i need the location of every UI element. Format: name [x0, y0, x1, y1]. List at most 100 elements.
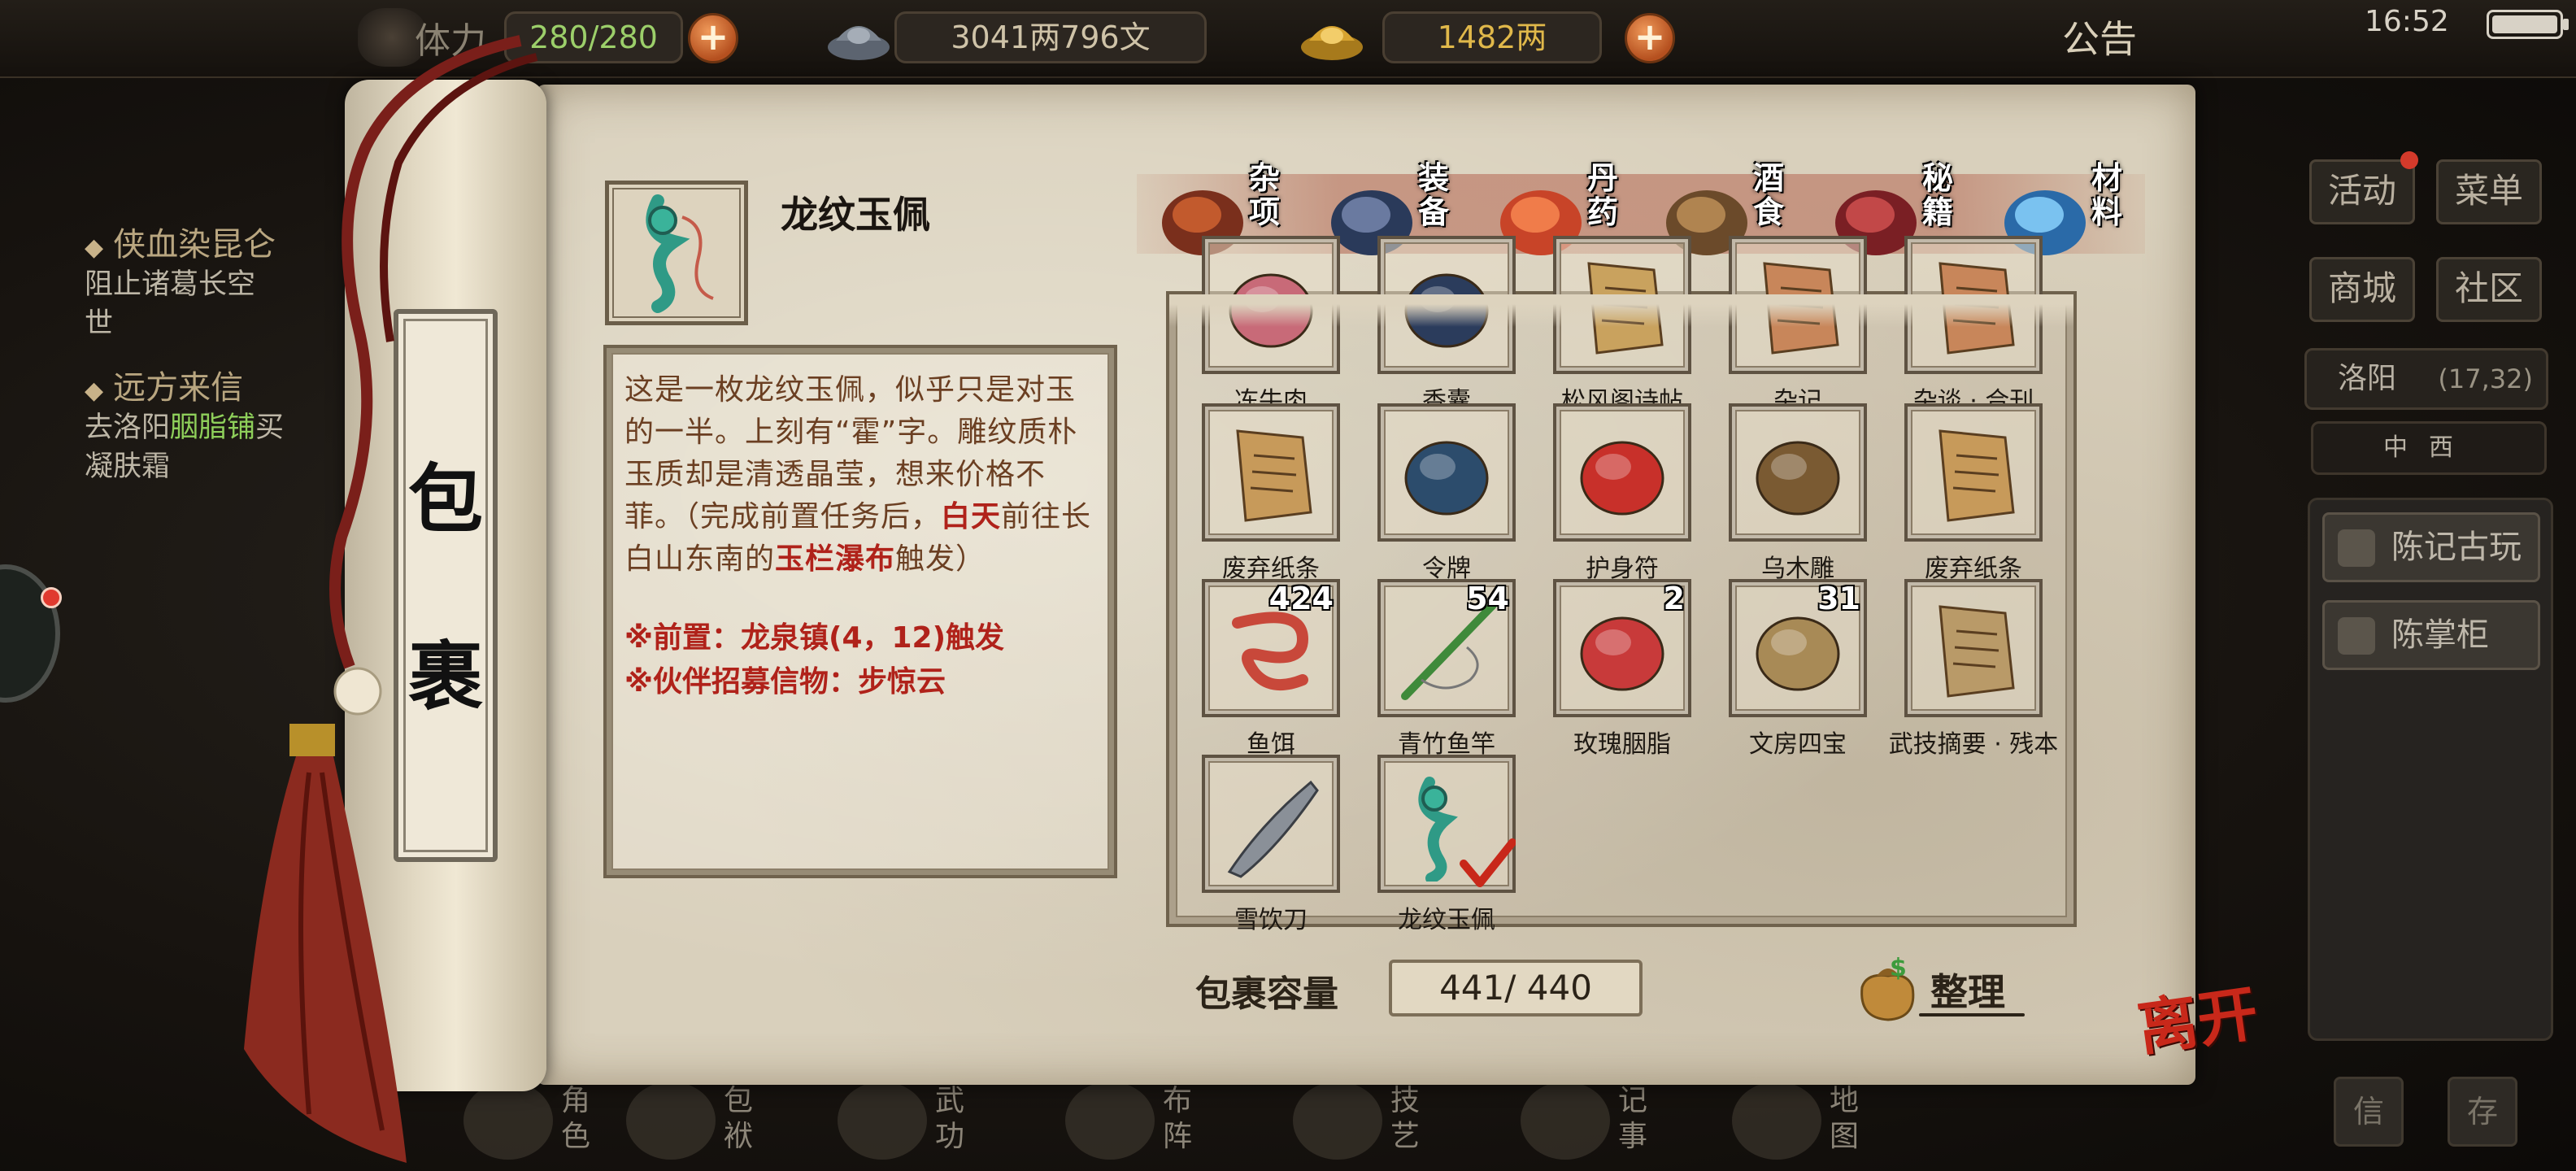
scrap-paper-icon: [1236, 429, 1312, 522]
location-display[interactable]: 洛阳 (17,32): [2304, 348, 2548, 410]
clock: 16:52: [2365, 5, 2449, 38]
quest-desc-text: 去洛阳: [85, 411, 171, 444]
side-badge-value: 4300: [0, 608, 2, 679]
nav-martial-arts[interactable]: 武功: [829, 1072, 1025, 1169]
mail-button[interactable]: 信: [2334, 1077, 2404, 1147]
inventory-slot[interactable]: 31: [1729, 579, 1867, 717]
inventory-slot[interactable]: 2: [1553, 579, 1691, 717]
storage-button[interactable]: 存: [2448, 1077, 2517, 1147]
jade-pendant-icon: [646, 194, 714, 313]
add-stamina-button[interactable]: +: [688, 13, 738, 63]
item-description-box: 这是一枚龙纹玉佩，似乎只是对玉的一半。上刻有“霍”字。雕纹质朴玉质却是清透晶莹，…: [603, 345, 1117, 878]
menu-button[interactable]: 菜单: [2436, 159, 2542, 224]
inventory-slot[interactable]: [1553, 403, 1691, 542]
sort-underline: [1919, 1013, 2025, 1016]
amulet-icon: [1580, 441, 1664, 516]
nav-label: 包袱: [724, 1084, 754, 1153]
nav-journal[interactable]: 记事: [1512, 1072, 1708, 1169]
side-badge[interactable]: 4300: [0, 564, 60, 703]
selected-item-name: 龙纹玉佩: [781, 193, 930, 237]
character-icon: [463, 1082, 553, 1160]
selected-item-preview: [605, 181, 748, 325]
nav-label: 记事: [1618, 1084, 1648, 1153]
npc-label: 陈记古玩: [2391, 529, 2522, 566]
nav-skills[interactable]: 技艺: [1285, 1072, 1480, 1169]
category-label: 材料: [2091, 160, 2123, 230]
npc-label: 陈掌柜: [2391, 616, 2489, 654]
item-label: 雪饮刀: [1234, 906, 1308, 934]
prerequisite-text: ※前置：龙泉镇(4，12)触发: [624, 621, 1005, 655]
silver-ingot-icon: [825, 8, 893, 67]
location-coords: (17,32): [2438, 363, 2533, 394]
capacity-label: 包裹容量: [1195, 973, 1338, 1015]
martial-arts-icon: [838, 1082, 927, 1160]
manual-page-icon: [1939, 605, 2015, 698]
sort-button[interactable]: 整理: [1930, 963, 2005, 1016]
desc-text: 触发）: [895, 542, 986, 576]
svg-text:$: $: [1890, 954, 1907, 982]
item-label: 龙纹玉佩: [1398, 906, 1495, 934]
gold-ingot-icon: [1298, 8, 1366, 67]
activity-button[interactable]: 活动: [2309, 159, 2415, 224]
nav-label: 武功: [935, 1084, 965, 1153]
journal-icon: [1521, 1082, 1610, 1160]
item-label: 玫瑰胭脂: [1573, 730, 1671, 759]
ebony-carving-icon: [1756, 441, 1840, 516]
nav-bag[interactable]: 包袱: [618, 1072, 813, 1169]
category-label: 秘籍: [1922, 160, 1954, 230]
grid-top-fade: [1169, 294, 2073, 327]
inventory-slot[interactable]: [1904, 403, 2043, 542]
nav-label: 布阵: [1163, 1084, 1193, 1153]
quest-desc-text: 世: [85, 307, 114, 340]
quest-desc-text: 阻止诸葛长空: [85, 268, 256, 301]
inventory-slot[interactable]: 424: [1202, 579, 1340, 717]
category-label: 杂项: [1249, 160, 1281, 230]
npc-button[interactable]: 陈记古玩: [2322, 512, 2540, 582]
quest-title: 远方来信: [113, 369, 244, 407]
nav-map[interactable]: 地图: [1724, 1072, 1919, 1169]
battery-level: [2492, 15, 2557, 33]
npc-button[interactable]: 陈掌柜: [2322, 600, 2540, 670]
item-requirements: ※前置：龙泉镇(4，12)触发 ※伙伴招募信物：步惊云: [624, 616, 1094, 704]
shop-button[interactable]: 商城: [2309, 257, 2415, 322]
quest-desc-text: 买: [255, 411, 285, 444]
quest-location-highlight: 胭脂铺: [170, 411, 256, 444]
inventory-slot[interactable]: [1202, 403, 1340, 542]
community-button[interactable]: 社区: [2436, 257, 2542, 322]
inventory-slot[interactable]: [1377, 403, 1516, 542]
gold-value: 1482两: [1382, 11, 1602, 63]
silver-value: 3041两796文: [894, 11, 1207, 63]
selected-check-icon: [1460, 838, 1516, 887]
skills-icon: [1293, 1082, 1382, 1160]
battery-icon: [2487, 10, 2569, 39]
bag-icon: [626, 1082, 716, 1160]
item-label: 文房四宝: [1749, 730, 1847, 759]
capacity-value: 441/ 440: [1389, 960, 1643, 1016]
map-icon: [1732, 1082, 1821, 1160]
sort-bag-icon[interactable]: $: [1851, 951, 1924, 1025]
item-quantity: 54: [1466, 581, 1509, 616]
inventory-slot[interactable]: [1904, 579, 2043, 717]
notification-dot: [2400, 151, 2418, 169]
item-quantity: 2: [1663, 581, 1685, 616]
person-icon: [2338, 617, 2375, 655]
announcement-button[interactable]: 公告: [2062, 10, 2137, 63]
nav-label: 地图: [1830, 1084, 1860, 1153]
desc-highlight: 玉栏瀑布: [775, 542, 896, 576]
leave-button[interactable]: 离开: [2131, 964, 2263, 1068]
notification-dot: [41, 587, 62, 608]
category-label: 丹药: [1587, 160, 1619, 230]
add-gold-button[interactable]: +: [1625, 13, 1675, 63]
quest-title: 侠血染昆仑: [113, 226, 276, 263]
inventory-slot[interactable]: [1729, 403, 1867, 542]
nav-label: 技艺: [1390, 1084, 1421, 1153]
category-label: 装备: [1418, 160, 1450, 230]
nav-formation[interactable]: 布阵: [1057, 1072, 1252, 1169]
inventory-slot[interactable]: [1202, 755, 1340, 893]
token-icon: [1404, 441, 1489, 516]
quest-desc-text: 凝肤霜: [85, 451, 171, 483]
saber-icon: [1227, 780, 1319, 878]
inventory-slot[interactable]: 54: [1377, 579, 1516, 717]
location-name: 洛阳: [2338, 362, 2397, 395]
desc-highlight: 白天: [941, 500, 1002, 533]
